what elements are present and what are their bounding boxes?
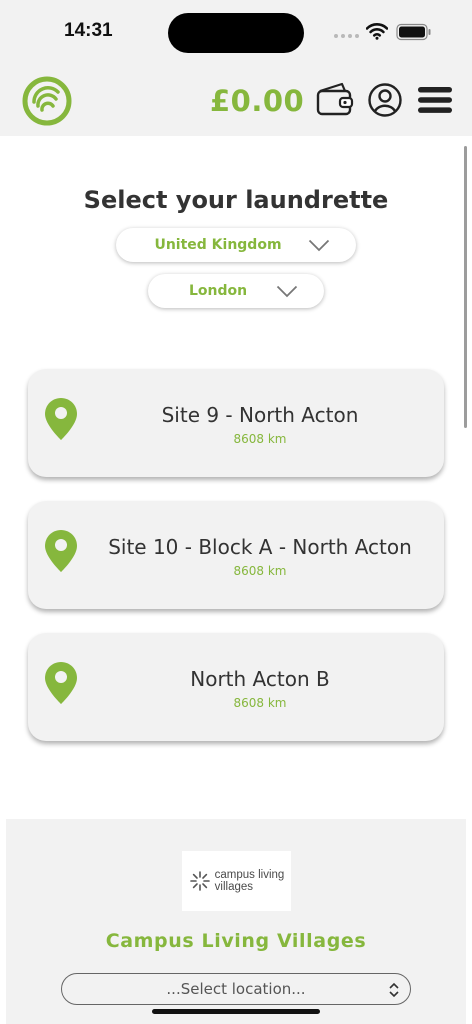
page-title: Select your laundrette [83,186,389,214]
app-logo-icon[interactable] [20,74,74,128]
wallet-icon[interactable] [316,82,354,116]
country-select[interactable]: United Kingdom [116,228,356,262]
provider-section: campus living villages Campus Living Vil… [6,819,466,1024]
home-indicator[interactable] [152,1009,320,1014]
country-select-value: United Kingdom [154,237,282,253]
starburst-logo-icon [189,871,210,891]
site-name: Site 10 - Block A - North Acton [108,535,412,559]
site-name: Site 9 - North Acton [161,403,359,427]
site-distance: 8608 km [233,564,287,578]
chevron-up-down-icon [389,982,399,998]
site-distance: 8608 km [233,696,287,710]
city-select-value: London [188,283,248,299]
site-card-site-10[interactable]: Site 10 - Block A - North Acton 8608 km [28,501,444,609]
city-select[interactable]: London [148,274,324,308]
chevron-down-icon [308,239,330,252]
provider-logo-line1: campus living [214,869,285,881]
cellular-signal-icon [334,34,359,38]
battery-icon [396,23,431,41]
chevron-down-icon [276,285,298,298]
user-account-icon[interactable] [367,82,403,118]
app-header: £0.00 [0,64,472,136]
status-bar: 14:31 [0,0,472,64]
dynamic-island [168,13,304,53]
wallet-balance: £0.00 [210,84,305,118]
site-name: North Acton B [190,667,330,691]
location-pin-icon [45,398,77,440]
menu-icon[interactable] [417,85,453,115]
provider-logo-line2: villages [214,881,254,893]
site-distance: 8608 km [233,432,287,446]
site-card-site-9[interactable]: Site 9 - North Acton 8608 km [28,369,444,477]
location-select[interactable]: ...Select location... [61,973,411,1005]
location-pin-icon [45,662,77,704]
site-card-north-acton-b[interactable]: North Acton B 8608 km [28,633,444,741]
location-select-placeholder: ...Select location... [166,980,306,998]
location-pin-icon [45,530,77,572]
provider-name: Campus Living Villages [105,930,367,952]
status-time: 14:31 [64,20,113,41]
wifi-icon [366,23,388,40]
provider-logo: campus living villages [182,851,291,911]
